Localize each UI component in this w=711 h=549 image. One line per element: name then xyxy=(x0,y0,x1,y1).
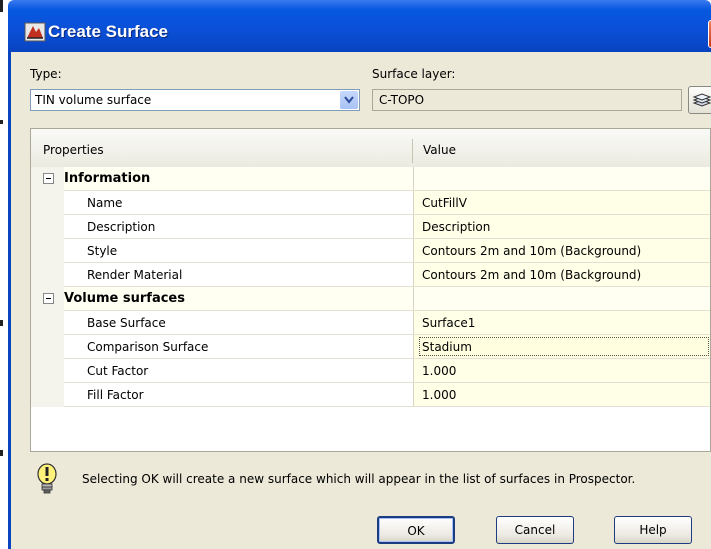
type-dropdown-value: TIN volume surface xyxy=(35,93,152,107)
civil3d-app-icon xyxy=(24,22,46,42)
property-value-cell[interactable]: Surface1 xyxy=(413,311,710,335)
row-gutter xyxy=(31,263,64,287)
property-value: Contours 2m and 10m (Background) xyxy=(422,268,642,282)
background-window-edge xyxy=(0,0,8,549)
property-value: Stadium xyxy=(422,340,472,354)
collapse-icon[interactable] xyxy=(43,293,54,304)
column-divider[interactable] xyxy=(412,139,413,163)
surface-layer-value: C-TOPO xyxy=(379,93,425,107)
property-row-style[interactable]: Style Contours 2m and 10m (Background) xyxy=(31,239,710,263)
property-value-cell[interactable]: Stadium xyxy=(413,335,710,359)
property-row-comparison-surface[interactable]: Comparison Surface Stadium xyxy=(31,335,710,359)
dialog-titlebar[interactable]: Create Surface xyxy=(8,0,711,52)
background-mark xyxy=(0,0,3,12)
info-message: Selecting OK will create a new surface w… xyxy=(82,472,636,486)
property-value: CutFillV xyxy=(422,196,467,210)
ok-button[interactable]: OK xyxy=(377,516,455,544)
row-divider xyxy=(64,406,710,407)
properties-column-header[interactable]: Properties xyxy=(43,143,104,157)
property-name: Cut Factor xyxy=(87,364,149,378)
property-value-cell[interactable]: CutFillV xyxy=(413,191,710,215)
property-name: Description xyxy=(87,220,156,234)
property-value: 1.000 xyxy=(422,364,457,378)
row-gutter xyxy=(31,239,64,263)
row-gutter xyxy=(31,167,64,191)
background-mark xyxy=(0,320,3,326)
category-volume-surfaces[interactable]: Volume surfaces xyxy=(31,287,710,311)
chevron-down-icon[interactable] xyxy=(340,91,358,109)
property-value: Surface1 xyxy=(422,316,476,330)
property-value: Contours 2m and 10m (Background) xyxy=(422,244,642,258)
grid-header: Properties Value xyxy=(31,129,710,168)
collapse-icon[interactable] xyxy=(43,173,54,184)
cancel-button[interactable]: Cancel xyxy=(496,516,574,544)
value-column-header[interactable]: Value xyxy=(423,143,456,157)
property-name: Comparison Surface xyxy=(87,340,209,354)
surface-layer-label: Surface layer: xyxy=(372,67,456,81)
property-value-cell[interactable]: 1.000 xyxy=(413,359,710,383)
property-row-description[interactable]: Description Description xyxy=(31,215,710,239)
background-mark xyxy=(0,120,3,124)
row-gutter xyxy=(31,287,64,311)
property-row-fill-factor[interactable]: Fill Factor 1.000 xyxy=(31,383,710,407)
property-name: Name xyxy=(87,196,123,210)
category-information[interactable]: Information xyxy=(31,167,710,191)
property-value: Description xyxy=(422,220,491,234)
property-row-render-material[interactable]: Render Material Contours 2m and 10m (Bac… xyxy=(31,263,710,287)
select-layer-button[interactable] xyxy=(688,86,711,114)
property-row-cut-factor[interactable]: Cut Factor 1.000 xyxy=(31,359,710,383)
row-gutter xyxy=(31,191,64,215)
surface-layer-field: C-TOPO xyxy=(372,89,682,111)
background-mark xyxy=(0,450,3,456)
row-gutter xyxy=(31,215,64,239)
property-name: Base Surface xyxy=(87,316,166,330)
type-dropdown[interactable]: TIN volume surface xyxy=(30,89,360,111)
property-value-cell[interactable]: Contours 2m and 10m (Background) xyxy=(413,263,710,287)
property-value: 1.000 xyxy=(422,388,457,402)
property-row-base-surface[interactable]: Base Surface Surface1 xyxy=(31,311,710,335)
row-gutter xyxy=(31,335,64,359)
category-label: Information xyxy=(64,171,151,186)
property-value-cell[interactable]: Description xyxy=(413,215,710,239)
category-value-cell xyxy=(413,167,710,191)
property-row-name[interactable]: Name CutFillV xyxy=(31,191,710,215)
lightbulb-icon xyxy=(36,462,58,499)
property-name: Render Material xyxy=(87,268,183,282)
properties-grid[interactable]: Properties Value Information Name CutFil… xyxy=(30,128,711,452)
category-label: Volume surfaces xyxy=(64,291,185,306)
property-value-cell[interactable]: Contours 2m and 10m (Background) xyxy=(413,239,710,263)
dialog-title: Create Surface xyxy=(48,22,169,41)
type-label: Type: xyxy=(30,67,62,81)
help-button[interactable]: Help xyxy=(614,516,692,544)
property-value-cell[interactable]: 1.000 xyxy=(413,383,710,407)
row-gutter xyxy=(31,383,64,407)
category-value-cell xyxy=(413,287,710,311)
row-gutter xyxy=(31,359,64,383)
row-gutter xyxy=(31,311,64,335)
property-name: Fill Factor xyxy=(87,388,144,402)
property-name: Style xyxy=(87,244,118,258)
